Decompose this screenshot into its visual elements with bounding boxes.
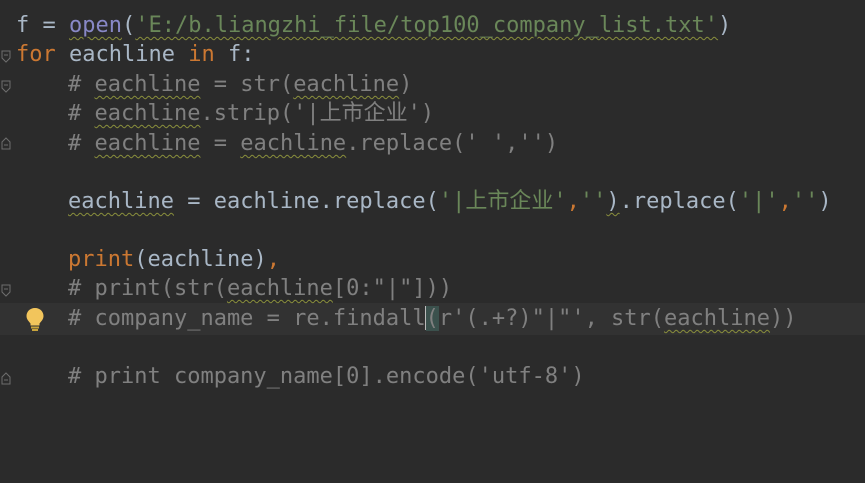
- close-paren: ): [718, 13, 732, 38]
- comment-hash: #: [68, 72, 95, 97]
- comment-var: eachline: [94, 131, 201, 156]
- lightbulb-icon[interactable]: [24, 306, 46, 332]
- string-literal: '': [791, 189, 819, 214]
- variable-f: f: [16, 13, 30, 38]
- print-keyword: print: [68, 247, 135, 272]
- in-keyword: in: [188, 42, 215, 67]
- code-line-10[interactable]: # print company_name[0].encode('utf-8'): [68, 362, 585, 391]
- fold-marker-icon[interactable]: [1, 80, 11, 93]
- matched-paren: (: [425, 306, 439, 331]
- comment-hash: #: [68, 101, 95, 126]
- comment-text: # print company_name[0].encode('utf-8'): [68, 364, 585, 389]
- fold-marker-icon[interactable]: [1, 137, 11, 150]
- loop-variable: eachline: [55, 42, 189, 67]
- for-keyword: for: [16, 42, 56, 67]
- code-line-7[interactable]: print(eachline),: [68, 245, 280, 274]
- comma: ,: [566, 189, 580, 214]
- comment-text: [0:"|"])): [332, 276, 453, 301]
- assign-operator: =: [29, 13, 69, 38]
- comment-var: eachline: [94, 101, 201, 126]
- fold-marker-icon[interactable]: [1, 50, 11, 63]
- code-line-2[interactable]: for eachline in f:: [16, 40, 254, 69]
- code-line-3[interactable]: # eachline = str(eachline): [68, 70, 412, 99]
- code-line-4[interactable]: # eachline.strip('|上市企业'): [68, 99, 434, 128]
- string-literal: '': [579, 189, 607, 214]
- string-literal: '|上市企业': [438, 189, 567, 214]
- comment-text: # print(str(: [68, 276, 227, 301]
- comment-text: ): [399, 72, 413, 97]
- comment-var: eachline: [240, 131, 347, 156]
- fold-marker-icon[interactable]: [1, 372, 11, 385]
- code-line-9[interactable]: # company_name = re.findall(r'(.+?)"|"',…: [68, 304, 797, 333]
- comment-text: r'(.+?)"|"', str(: [438, 306, 665, 331]
- print-args: (eachline): [134, 247, 267, 272]
- comment-text: =: [200, 131, 241, 156]
- open-paren: (: [121, 13, 136, 38]
- code-editor[interactable]: f = open('E:/b.liangzhi_file/top100_comp…: [0, 0, 865, 483]
- code-line-6[interactable]: eachline = eachline.replace('|上市企业','').…: [68, 187, 832, 216]
- code-line-1[interactable]: f = open('E:/b.liangzhi_file/top100_comp…: [16, 11, 731, 40]
- replace-call: = eachline.replace(: [173, 189, 439, 214]
- comment-var: eachline: [226, 276, 333, 301]
- code-line-5[interactable]: # eachline = eachline.replace(' ',''): [68, 129, 558, 158]
- iterable: f:: [214, 42, 255, 67]
- code-line-8[interactable]: # print(str(eachline[0:"|"])): [68, 274, 452, 303]
- close-paren: ): [606, 189, 620, 214]
- close-paren: ): [818, 189, 832, 214]
- fold-marker-icon[interactable]: [1, 284, 11, 297]
- open-builtin: open: [69, 13, 122, 38]
- replace-call: .replace(: [619, 189, 739, 214]
- comment-var: eachline: [664, 306, 771, 331]
- comment-text: .strip('|上市企业'): [200, 101, 435, 126]
- comment-text: # company_name = re.findall: [68, 306, 426, 331]
- file-path-string: 'E:/b.liangzhi_file/top100_company_list.…: [135, 13, 719, 38]
- trailing-comma: ,: [266, 247, 280, 272]
- editor-gutter[interactable]: [0, 0, 14, 483]
- assigned-variable: eachline: [68, 189, 174, 214]
- comment-var: eachline: [94, 72, 201, 97]
- string-literal: '|': [738, 189, 779, 214]
- comment-text: = str(: [200, 72, 294, 97]
- comma: ,: [778, 189, 792, 214]
- comment-text: .replace(' ',''): [346, 131, 559, 156]
- comment-hash: #: [68, 131, 95, 156]
- comment-text: )): [770, 306, 797, 331]
- comment-var: eachline: [293, 72, 400, 97]
